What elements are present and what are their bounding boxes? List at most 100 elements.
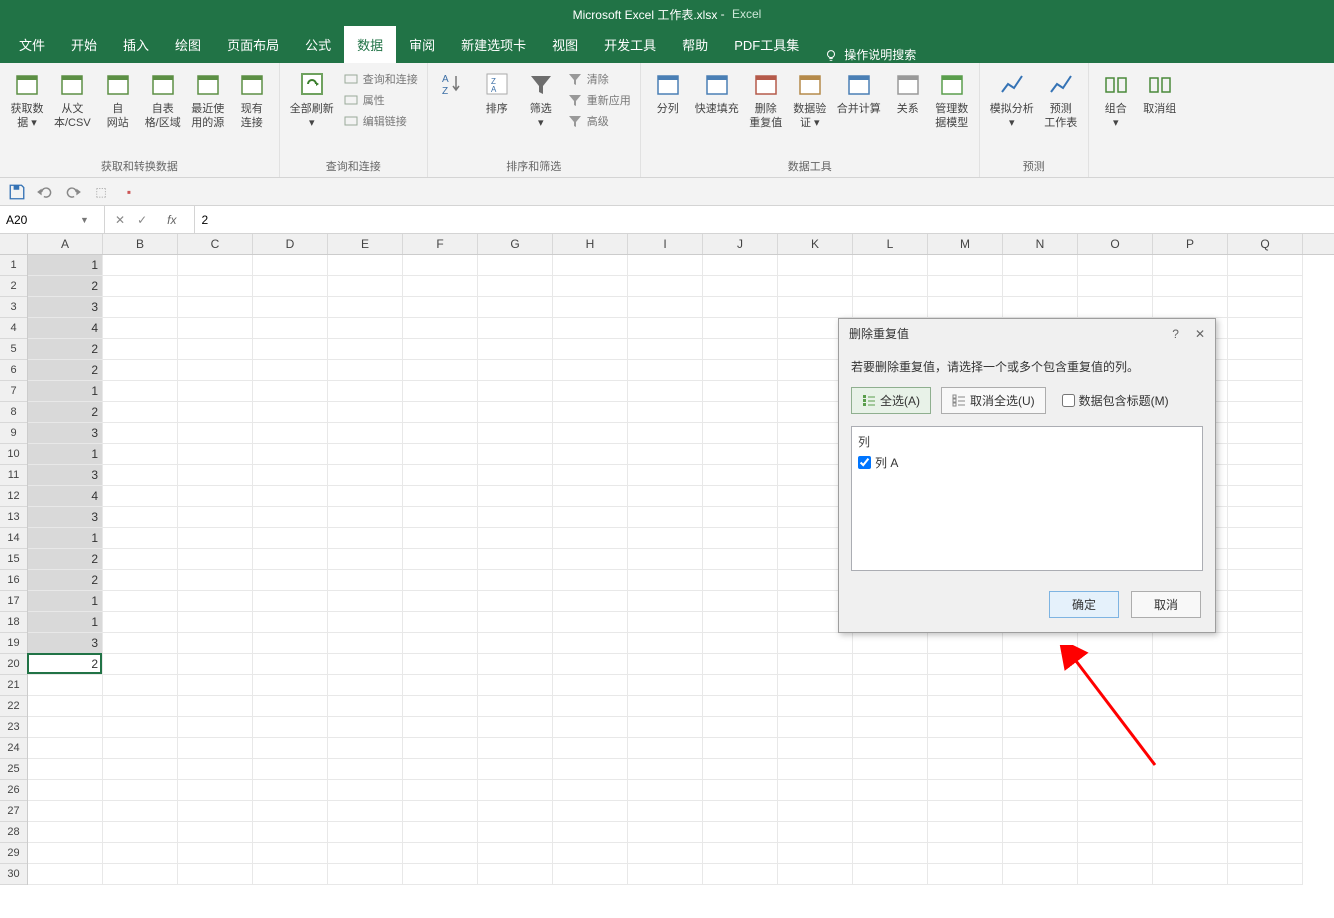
- cell-I20[interactable]: [628, 654, 703, 675]
- formula-input[interactable]: [195, 213, 1334, 227]
- g6-btn-1[interactable]: 取消组: [1139, 66, 1181, 118]
- cell-J18[interactable]: [703, 612, 778, 633]
- cell-H22[interactable]: [553, 696, 628, 717]
- cell-Q20[interactable]: [1228, 654, 1303, 675]
- cell-H1[interactable]: [553, 255, 628, 276]
- cell-B4[interactable]: [103, 318, 178, 339]
- cell-H21[interactable]: [553, 675, 628, 696]
- cell-M25[interactable]: [928, 759, 1003, 780]
- save-button[interactable]: [8, 183, 26, 201]
- cell-C20[interactable]: [178, 654, 253, 675]
- cell-O2[interactable]: [1078, 276, 1153, 297]
- cell-C17[interactable]: [178, 591, 253, 612]
- cell-B21[interactable]: [103, 675, 178, 696]
- g1-btn-3[interactable]: 自表 格/区域: [141, 66, 185, 132]
- g4-btn-0[interactable]: 分列: [647, 66, 689, 118]
- cell-F7[interactable]: [403, 381, 478, 402]
- cell-K2[interactable]: [778, 276, 853, 297]
- g2-item-1[interactable]: 属性: [340, 91, 421, 109]
- row-header-21[interactable]: 21: [0, 675, 27, 696]
- cell-G10[interactable]: [478, 444, 553, 465]
- row-header-7[interactable]: 7: [0, 381, 27, 402]
- col-header-H[interactable]: H: [553, 234, 628, 254]
- cell-E16[interactable]: [328, 570, 403, 591]
- cell-J11[interactable]: [703, 465, 778, 486]
- g4-btn-4[interactable]: 合并计算: [833, 66, 885, 118]
- cell-P20[interactable]: [1153, 654, 1228, 675]
- cell-B28[interactable]: [103, 822, 178, 843]
- cell-O23[interactable]: [1078, 717, 1153, 738]
- cell-K24[interactable]: [778, 738, 853, 759]
- cell-D9[interactable]: [253, 423, 328, 444]
- cell-J15[interactable]: [703, 549, 778, 570]
- cell-J17[interactable]: [703, 591, 778, 612]
- cell-D11[interactable]: [253, 465, 328, 486]
- cell-P1[interactable]: [1153, 255, 1228, 276]
- cell-G30[interactable]: [478, 864, 553, 885]
- cell-B1[interactable]: [103, 255, 178, 276]
- cell-A10[interactable]: 1: [28, 444, 103, 465]
- g3-item-0[interactable]: 清除: [564, 70, 634, 88]
- cell-H7[interactable]: [553, 381, 628, 402]
- g4-btn-6[interactable]: 管理数 据模型: [931, 66, 973, 132]
- cell-J12[interactable]: [703, 486, 778, 507]
- cell-Q30[interactable]: [1228, 864, 1303, 885]
- row-header-1[interactable]: 1: [0, 255, 27, 276]
- cell-B30[interactable]: [103, 864, 178, 885]
- cell-A26[interactable]: [28, 780, 103, 801]
- cell-J19[interactable]: [703, 633, 778, 654]
- cell-E24[interactable]: [328, 738, 403, 759]
- cell-M28[interactable]: [928, 822, 1003, 843]
- cell-E6[interactable]: [328, 360, 403, 381]
- cell-J27[interactable]: [703, 801, 778, 822]
- cell-H19[interactable]: [553, 633, 628, 654]
- cell-L27[interactable]: [853, 801, 928, 822]
- data-has-headers-checkbox[interactable]: 数据包含标题(M): [1062, 392, 1169, 409]
- cell-H30[interactable]: [553, 864, 628, 885]
- cell-Q12[interactable]: [1228, 486, 1303, 507]
- col-header-N[interactable]: N: [1003, 234, 1078, 254]
- cell-P24[interactable]: [1153, 738, 1228, 759]
- cell-F19[interactable]: [403, 633, 478, 654]
- cell-Q5[interactable]: [1228, 339, 1303, 360]
- cell-Q10[interactable]: [1228, 444, 1303, 465]
- cell-I6[interactable]: [628, 360, 703, 381]
- cell-Q19[interactable]: [1228, 633, 1303, 654]
- cell-A22[interactable]: [28, 696, 103, 717]
- row-header-9[interactable]: 9: [0, 423, 27, 444]
- cell-J2[interactable]: [703, 276, 778, 297]
- cell-K19[interactable]: [778, 633, 853, 654]
- cell-F16[interactable]: [403, 570, 478, 591]
- cell-H16[interactable]: [553, 570, 628, 591]
- cell-A9[interactable]: 3: [28, 423, 103, 444]
- col-header-J[interactable]: J: [703, 234, 778, 254]
- g3-item-2[interactable]: 高级: [564, 112, 634, 130]
- cell-D8[interactable]: [253, 402, 328, 423]
- cell-P23[interactable]: [1153, 717, 1228, 738]
- cell-F6[interactable]: [403, 360, 478, 381]
- cell-D5[interactable]: [253, 339, 328, 360]
- cell-G12[interactable]: [478, 486, 553, 507]
- cell-E7[interactable]: [328, 381, 403, 402]
- cell-B26[interactable]: [103, 780, 178, 801]
- cell-J30[interactable]: [703, 864, 778, 885]
- cell-Q29[interactable]: [1228, 843, 1303, 864]
- cell-C14[interactable]: [178, 528, 253, 549]
- cell-A15[interactable]: 2: [28, 549, 103, 570]
- cell-H11[interactable]: [553, 465, 628, 486]
- cell-P26[interactable]: [1153, 780, 1228, 801]
- cell-E3[interactable]: [328, 297, 403, 318]
- cell-F28[interactable]: [403, 822, 478, 843]
- cell-G22[interactable]: [478, 696, 553, 717]
- cell-O25[interactable]: [1078, 759, 1153, 780]
- tab-审阅[interactable]: 审阅: [396, 26, 448, 63]
- col-header-G[interactable]: G: [478, 234, 553, 254]
- cell-B5[interactable]: [103, 339, 178, 360]
- cell-E10[interactable]: [328, 444, 403, 465]
- cell-B16[interactable]: [103, 570, 178, 591]
- cell-B29[interactable]: [103, 843, 178, 864]
- cell-A4[interactable]: 4: [28, 318, 103, 339]
- cell-F4[interactable]: [403, 318, 478, 339]
- cell-L23[interactable]: [853, 717, 928, 738]
- cell-E19[interactable]: [328, 633, 403, 654]
